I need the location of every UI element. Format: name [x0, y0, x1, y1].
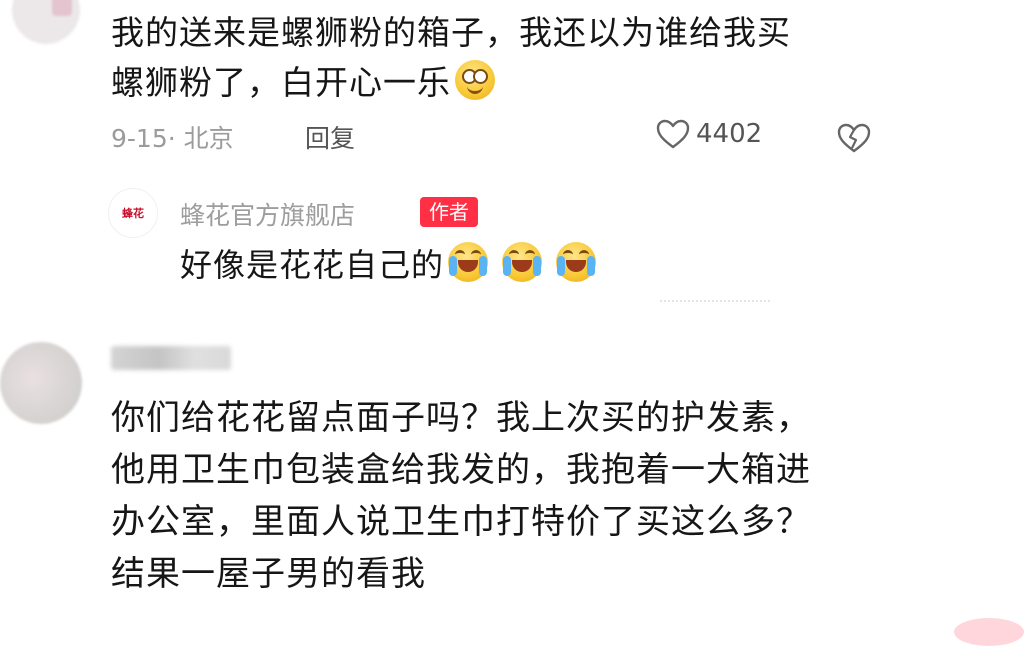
like-count: 4402: [696, 119, 763, 149]
comment-line: 结果一屋子男的看我: [111, 554, 426, 594]
like-button[interactable]: 4402: [656, 119, 762, 149]
author-badge: 作者: [420, 197, 478, 227]
reply-text-content: 好像是花花自己的: [180, 246, 445, 284]
crying-laugh-emoji-icon: [556, 242, 597, 282]
comment-line: 办公室，里面人说卫生巾打特价了买这么多？: [111, 502, 811, 542]
comment-line: 我的送来是螺狮粉的箱子，我还以为谁给我买: [111, 13, 791, 52]
broken-heart-icon: [837, 123, 871, 153]
dislike-button[interactable]: [836, 122, 872, 158]
user-avatar-blurred[interactable]: [12, 0, 80, 44]
crying-laugh-emoji-icon: [502, 242, 543, 282]
username-blurred[interactable]: [111, 346, 231, 370]
partial-button-edge: [954, 618, 1024, 646]
comment-line: 他用卫生巾包装盒给我发的，我抱着一大箱进: [111, 450, 811, 490]
shop-avatar[interactable]: 蜂花: [108, 188, 158, 238]
shop-name[interactable]: 蜂花官方旗舰店: [180, 196, 355, 232]
collapsed-replies-hint: [660, 300, 770, 306]
reply-button[interactable]: 回复: [305, 119, 355, 155]
comment-date-location: 9-15· 北京: [111, 124, 234, 153]
user-avatar-blurred[interactable]: [0, 342, 82, 424]
crying-laugh-emoji-icon: [448, 242, 489, 282]
comment-line: 你们给花花留点面子吗？我上次买的护发素，: [111, 398, 811, 438]
reply-text: 好像是花花自己的: [180, 240, 597, 290]
comment-text: 我的送来是螺狮粉的箱子，我还以为谁给我买 螺狮粉了，白开心一乐: [111, 8, 891, 108]
comment-line: 螺狮粉了，白开心一乐: [111, 63, 451, 102]
smile-emoji-icon: [455, 60, 495, 100]
shop-logo: 蜂花: [122, 207, 144, 220]
heart-outline-icon: [656, 119, 690, 149]
comment-text: 你们给花花留点面子吗？我上次买的护发素， 他用卫生巾包装盒给我发的，我抱着一大箱…: [111, 392, 1011, 600]
